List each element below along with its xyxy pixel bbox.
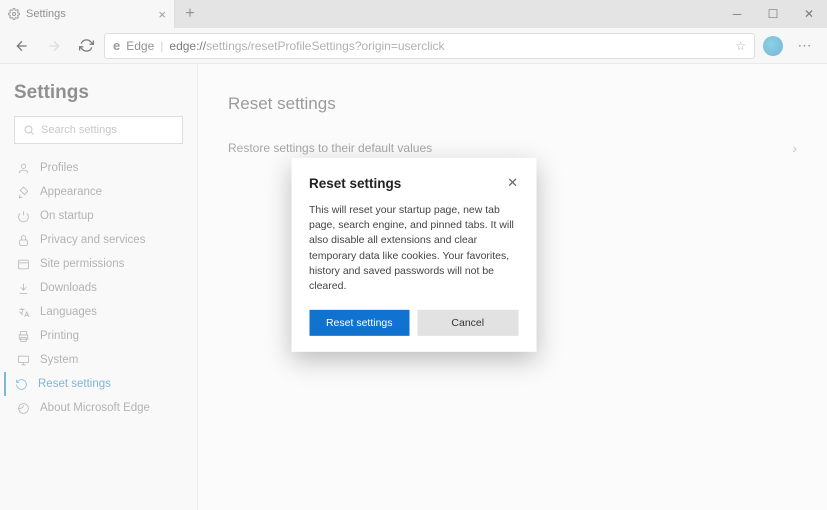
window-controls: ─ ☐ ✕	[719, 0, 827, 28]
sidebar-heading: Settings	[14, 82, 183, 104]
sidebar-item-appearance[interactable]: Appearance	[14, 180, 183, 204]
url-text: edge://settings/resetProfileSettings?ori…	[169, 39, 729, 53]
language-icon	[16, 305, 30, 319]
sidebar-item-reset[interactable]: Reset settings	[4, 372, 183, 396]
cancel-button[interactable]: Cancel	[418, 310, 519, 336]
dialog-close-icon[interactable]: ✕	[507, 176, 518, 189]
edge-logo-icon: e	[113, 38, 120, 53]
tab-title: Settings	[26, 8, 66, 20]
reset-icon	[14, 377, 28, 391]
address-bar[interactable]: e Edge | edge://settings/resetProfileSet…	[104, 33, 755, 59]
sidebar-item-profiles[interactable]: Profiles	[14, 156, 183, 180]
row-label: Restore settings to their default values	[228, 141, 432, 155]
power-icon	[16, 209, 30, 223]
sidebar: Settings Search settings Profiles Appear…	[0, 64, 198, 510]
sliders-icon	[16, 257, 30, 271]
close-window-button[interactable]: ✕	[791, 0, 827, 28]
reset-settings-button[interactable]: Reset settings	[309, 310, 410, 336]
profile-avatar[interactable]	[763, 36, 783, 56]
search-icon	[23, 124, 35, 136]
sidebar-item-label: Privacy and services	[40, 234, 145, 246]
sidebar-item-label: Reset settings	[38, 378, 111, 390]
back-button[interactable]	[8, 32, 36, 60]
sidebar-item-label: System	[40, 354, 78, 366]
download-icon	[16, 281, 30, 295]
lock-icon	[16, 233, 30, 247]
sidebar-item-label: Appearance	[40, 186, 102, 198]
dialog-title: Reset settings	[309, 176, 401, 191]
separator: |	[160, 39, 163, 53]
paintbrush-icon	[16, 185, 30, 199]
edge-icon	[16, 401, 30, 415]
monitor-icon	[16, 353, 30, 367]
gear-icon	[8, 8, 20, 20]
sidebar-item-label: Site permissions	[40, 258, 124, 270]
sidebar-item-label: Profiles	[40, 162, 78, 174]
toolbar: e Edge | edge://settings/resetProfileSet…	[0, 28, 827, 64]
forward-button[interactable]	[40, 32, 68, 60]
sidebar-item-languages[interactable]: Languages	[14, 300, 183, 324]
printer-icon	[16, 329, 30, 343]
sidebar-item-downloads[interactable]: Downloads	[14, 276, 183, 300]
sidebar-item-startup[interactable]: On startup	[14, 204, 183, 228]
sidebar-item-privacy[interactable]: Privacy and services	[14, 228, 183, 252]
reset-settings-dialog: Reset settings ✕ This will reset your st…	[291, 158, 536, 352]
favorite-icon[interactable]: ☆	[735, 39, 746, 53]
search-placeholder: Search settings	[41, 124, 117, 136]
page-title: Reset settings	[228, 94, 797, 114]
dialog-body: This will reset your startup page, new t…	[309, 203, 518, 294]
sidebar-item-label: Printing	[40, 330, 79, 342]
sidebar-item-label: Languages	[40, 306, 97, 318]
sidebar-item-about[interactable]: About Microsoft Edge	[14, 396, 183, 420]
sidebar-item-site-permissions[interactable]: Site permissions	[14, 252, 183, 276]
sidebar-item-label: About Microsoft Edge	[40, 402, 150, 414]
person-icon	[16, 161, 30, 175]
sidebar-item-system[interactable]: System	[14, 348, 183, 372]
refresh-button[interactable]	[72, 32, 100, 60]
sidebar-item-label: Downloads	[40, 282, 97, 294]
title-bar: Settings × + ─ ☐ ✕	[0, 0, 827, 28]
minimize-button[interactable]: ─	[719, 0, 755, 28]
more-menu-button[interactable]: ⋯	[791, 32, 819, 60]
sidebar-nav: Profiles Appearance On startup Privacy a…	[14, 156, 183, 420]
search-input[interactable]: Search settings	[14, 116, 183, 144]
browser-tab[interactable]: Settings ×	[0, 0, 175, 28]
chevron-right-icon: ›	[792, 140, 797, 156]
sidebar-item-label: On startup	[40, 210, 94, 222]
maximize-button[interactable]: ☐	[755, 0, 791, 28]
sidebar-item-printing[interactable]: Printing	[14, 324, 183, 348]
edge-label: Edge	[126, 39, 154, 53]
new-tab-button[interactable]: +	[175, 0, 205, 28]
tab-close-icon[interactable]: ×	[158, 7, 166, 22]
